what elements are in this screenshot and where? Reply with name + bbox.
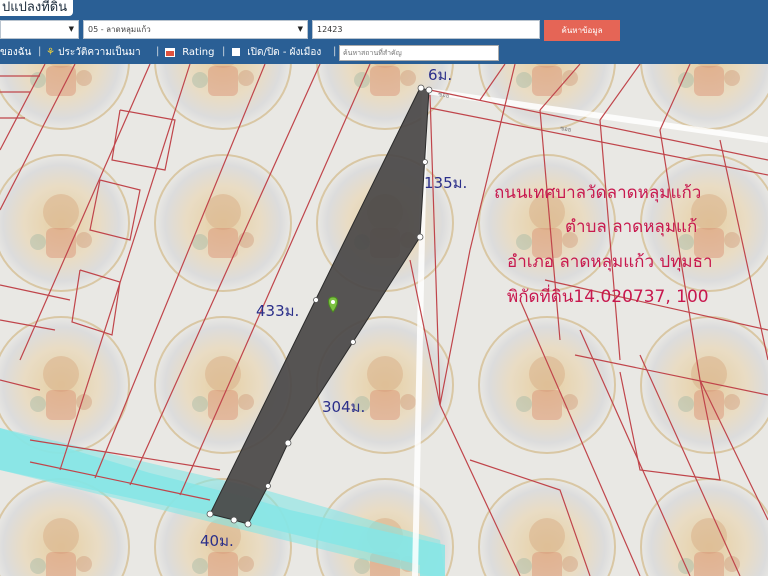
checkbox-icon[interactable] (232, 48, 240, 56)
toolbar-item-zoning[interactable]: เปิด/ปิด - ผังเมือง (232, 46, 321, 60)
chevron-down-icon: ▼ (68, 25, 74, 33)
annotation-tambon: ตำบล ลาดหลุมแก้ (565, 217, 697, 237)
top-header: ปแปลงที่ดิน ▼ 05 - ลาดหลุมแก้ว ▼ ค้นหาข้… (0, 0, 768, 64)
place-search-input[interactable] (339, 45, 499, 61)
toolbar-divider: | (156, 46, 160, 57)
dimension-label-right-upper: 135ม. (424, 174, 467, 192)
history-icon: ⚘ (46, 47, 55, 58)
chevron-down-icon: ▼ (297, 25, 303, 33)
toolbar-item-rating[interactable]: Rating (165, 46, 214, 60)
dimension-label-left: 433ม. (256, 302, 299, 320)
annotation-amphoe: อำเภอ ลาดหลุมแก้ว ปทุมธา (507, 252, 713, 272)
parcel-number-input[interactable] (312, 20, 540, 39)
toolbar-item-history-label: ประวัติความเป็นมา (58, 47, 141, 58)
toolbar-divider: | (38, 46, 42, 57)
rating-icon (165, 47, 175, 57)
toolbar-divider: | (222, 46, 226, 57)
dimension-label-bottom: 40ม. (200, 532, 234, 550)
page-title: ปแปลงที่ดิน (0, 0, 74, 16)
dimension-label-top: 6ม. (428, 66, 452, 84)
annotation-coords: พิกัดที่ดิน14.020737, 100 (507, 284, 709, 307)
dimension-label-right-lower: 304ม. (322, 398, 365, 416)
tambon-select-value: 05 - ลาดหลุมแก้ว (88, 25, 151, 34)
annotation-road: ถนนเทศบาลวัดลาดหลุมแก้ว (494, 183, 701, 203)
tambon-select[interactable]: 05 - ลาดหลุมแก้ว ▼ (83, 20, 308, 39)
parcel-map[interactable]: 6ม. 135ม. 433ม. 304ม. 40ม. ถนนเทศบาลวัดล… (0, 64, 768, 576)
toolbar-item-rating-label: Rating (182, 47, 215, 58)
toolbar-item-zoning-label: เปิด/ปิด - ผังเมือง (247, 47, 322, 58)
toolbar-divider: | (333, 46, 337, 57)
toolbar-item-history[interactable]: ⚘ ประวัติความเป็นมา (46, 46, 141, 60)
toolbar-item-mine[interactable]: ของฉัน (0, 46, 31, 60)
province-select[interactable]: ▼ (0, 20, 79, 39)
search-button[interactable]: ค้นหาข้อมูล (544, 20, 620, 41)
